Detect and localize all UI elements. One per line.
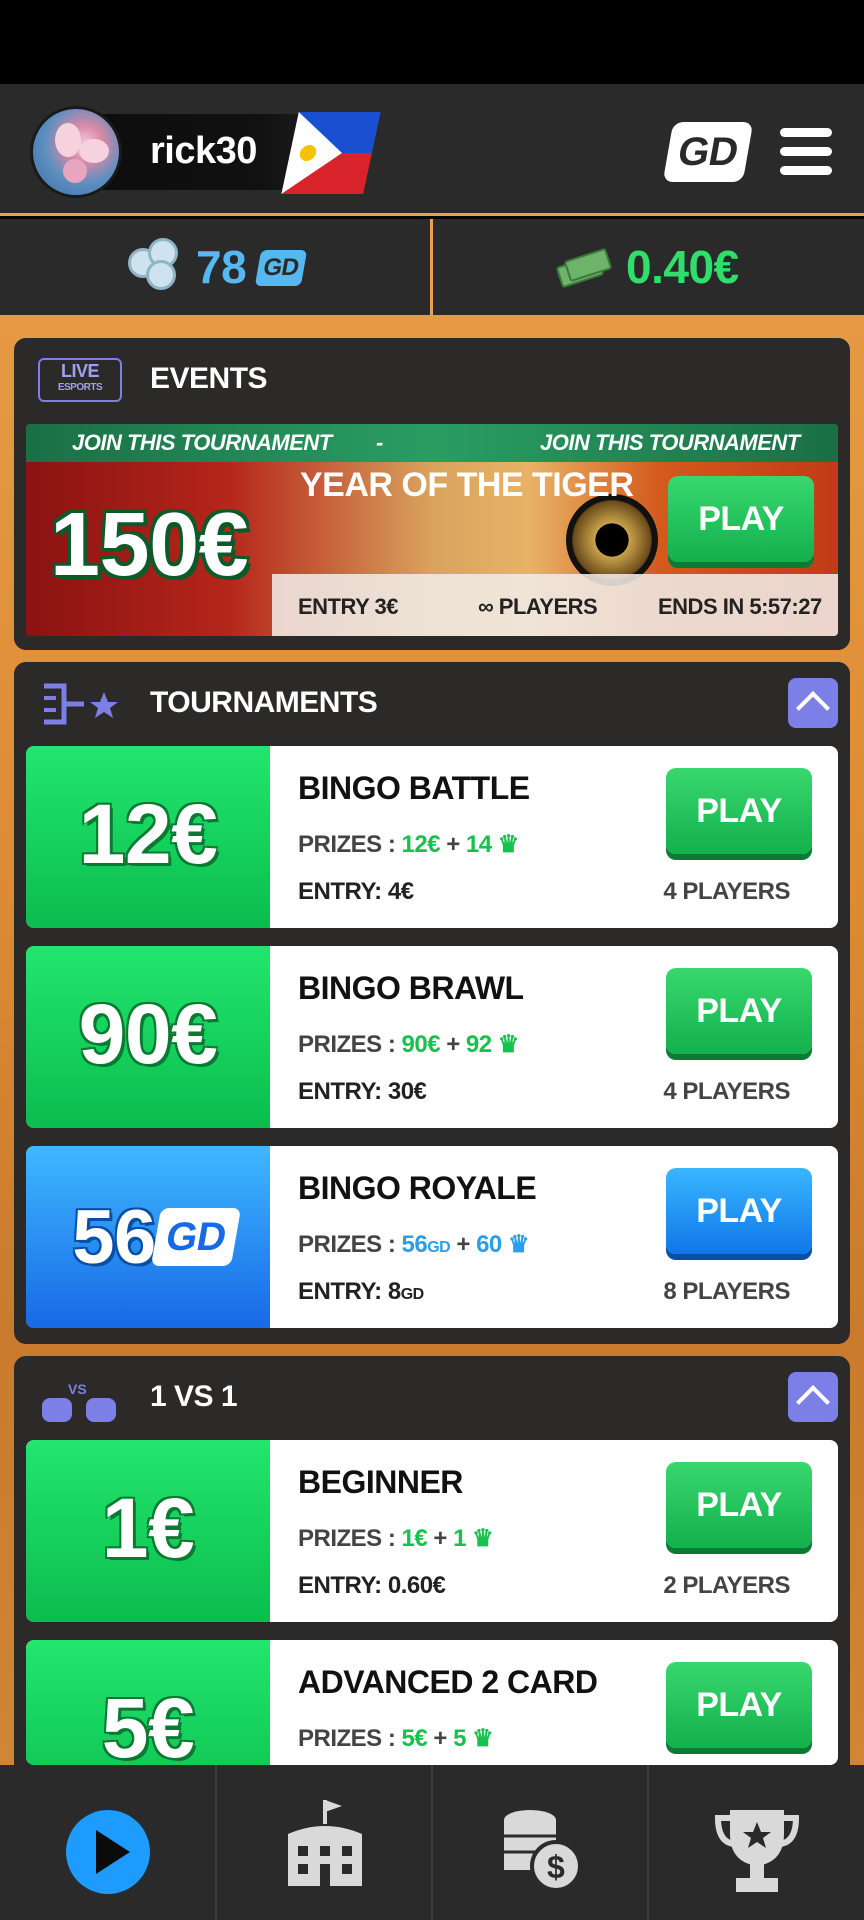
flower-petal xyxy=(63,159,87,183)
players-count: 4 PLAYERS xyxy=(663,1078,790,1105)
event-info-bar: ENTRY 3€ ∞ PLAYERS ENDS IN 5:57:27 xyxy=(272,574,838,636)
join-tournament-strip: JOIN THIS TOURNAMENT - JOIN THIS TOURNAM… xyxy=(26,424,838,462)
players-count: 4 PLAYERS xyxy=(663,878,790,905)
players-count: 2 PLAYERS xyxy=(663,1572,790,1599)
event-play-button[interactable]: PLAY xyxy=(668,476,814,562)
play-button[interactable]: PLAY xyxy=(666,768,812,854)
play-button[interactable]: PLAY xyxy=(666,1462,812,1548)
prize-amount: 1€ xyxy=(101,1481,195,1575)
play-icon[interactable] xyxy=(66,1810,150,1894)
status-bar xyxy=(0,0,864,84)
trophy-icon: ♛ xyxy=(491,831,520,858)
trophy-icon: ♛ xyxy=(501,1231,530,1258)
prize-tile: 1€ xyxy=(26,1440,270,1622)
gd-currency-icon: GD xyxy=(254,250,308,286)
username: rick30 xyxy=(150,130,257,172)
trophy-icon: ♛ xyxy=(491,1031,520,1058)
chevron-up-icon xyxy=(796,1385,830,1419)
tournament-card[interactable]: 90€ BINGO BRAWL PRIZES : 90€ + 92 ♛ ENTR… xyxy=(26,946,838,1128)
tournament-card[interactable]: 12€ BINGO BATTLE PRIZES : 12€ + 14 ♛ ENT… xyxy=(26,746,838,928)
match-name: BEGINNER xyxy=(298,1464,463,1500)
fists-vs-icon: VS xyxy=(42,1381,116,1422)
gd-currency-icon: GD xyxy=(400,1286,425,1303)
players-count: 8 PLAYERS xyxy=(663,1278,790,1305)
prize-amount: 90€ xyxy=(78,987,218,1081)
flower-petal xyxy=(55,123,81,157)
play-button[interactable]: PLAY xyxy=(666,1662,812,1748)
live-esports-icon: LIVE ESPORTS xyxy=(38,358,122,402)
hamburger-menu-icon[interactable] xyxy=(780,128,832,176)
event-name: YEAR OF THE TIGER xyxy=(300,466,634,504)
trophy-icon: ♛ xyxy=(465,1725,494,1752)
prizes-line: PRIZES : 1€ + 1 ♛ xyxy=(298,1525,494,1552)
tiger-eye-image xyxy=(566,494,658,586)
tournaments-title: TOURNAMENTS xyxy=(150,686,378,719)
tournament-card[interactable]: 56 GD BINGO ROYALE PRIZES : 56GD + 60 ♛ … xyxy=(26,1146,838,1328)
prize-tile: 90€ xyxy=(26,946,270,1128)
play-button[interactable]: PLAY xyxy=(666,968,812,1054)
prizes-line: PRIZES : 56GD + 60 ♛ xyxy=(298,1231,530,1258)
event-banner[interactable]: JOIN THIS TOURNAMENT - JOIN THIS TOURNAM… xyxy=(26,424,838,636)
top-header: rick30 GD xyxy=(0,84,864,216)
chevron-up-icon xyxy=(796,691,830,725)
gd-currency-icon: GD xyxy=(150,1208,242,1266)
prize-tile: 5€ xyxy=(26,1640,270,1765)
tournament-name: BINGO BATTLE xyxy=(298,770,530,806)
gd-logo[interactable]: GD xyxy=(662,122,754,182)
events-title: EVENTS xyxy=(150,362,268,395)
match-card[interactable]: 5€ ADVANCED 2 CARD PRIZES : 5€ + 5 ♛ PLA… xyxy=(26,1640,838,1765)
match-card[interactable]: 1€ BEGINNER PRIZES : 1€ + 1 ♛ ENTRY: 0.6… xyxy=(26,1440,838,1622)
match-name: ADVANCED 2 CARD xyxy=(298,1664,598,1700)
entry-fee: ENTRY: 30€ xyxy=(298,1078,427,1105)
flower-petal xyxy=(79,139,109,163)
gd-currency-icon: GD xyxy=(427,1239,451,1256)
prize-amount: 5€ xyxy=(101,1681,195,1765)
cash-balance: 0.40€ xyxy=(626,241,739,293)
entry-fee: ENTRY: 4€ xyxy=(298,878,414,905)
svg-text:VS: VS xyxy=(68,1381,87,1397)
trophy-icon: ♛ xyxy=(465,1525,494,1552)
prizes-line: PRIZES : 12€ + 14 ♛ xyxy=(298,831,520,858)
prizes-line: PRIZES : 5€ + 5 ♛ xyxy=(298,1725,494,1752)
philippines-flag-icon xyxy=(281,112,381,194)
gd-coins-icon xyxy=(128,238,182,292)
prize-amount: 12€ xyxy=(78,787,218,881)
coins-dollar-icon[interactable]: $ xyxy=(496,1800,586,1896)
one-vs-one-title: 1 VS 1 xyxy=(150,1380,238,1413)
tournament-name: BINGO BRAWL xyxy=(298,970,524,1006)
entry-fee: ENTRY: 8GD xyxy=(298,1278,425,1305)
collapse-tournaments-button[interactable] xyxy=(788,678,838,728)
avatar[interactable] xyxy=(30,106,122,198)
balance-divider xyxy=(430,219,433,315)
collapse-1v1-button[interactable] xyxy=(788,1372,838,1422)
tournament-name: BINGO ROYALE xyxy=(298,1170,537,1206)
entry-fee: ENTRY: 0.60€ xyxy=(298,1572,446,1599)
bracket-star-icon xyxy=(44,683,118,725)
prize-tile: 12€ xyxy=(26,746,270,928)
prizes-line: PRIZES : 90€ + 92 ♛ xyxy=(298,1031,520,1058)
coins-balance: 78 xyxy=(196,241,247,293)
cash-stack-icon xyxy=(554,246,614,289)
play-button[interactable]: PLAY xyxy=(666,1168,812,1254)
stadium-icon[interactable] xyxy=(280,1794,370,1894)
prize-tile: 56 GD xyxy=(26,1146,270,1328)
event-players: ∞ PLAYERS xyxy=(478,594,598,619)
event-prize: 150€ xyxy=(50,495,249,595)
trophy-icon[interactable] xyxy=(712,1804,802,1896)
event-entry: ENTRY 3€ xyxy=(298,594,398,619)
svg-text:$: $ xyxy=(547,1849,565,1885)
event-countdown: ENDS IN 5:57:27 xyxy=(658,594,822,619)
